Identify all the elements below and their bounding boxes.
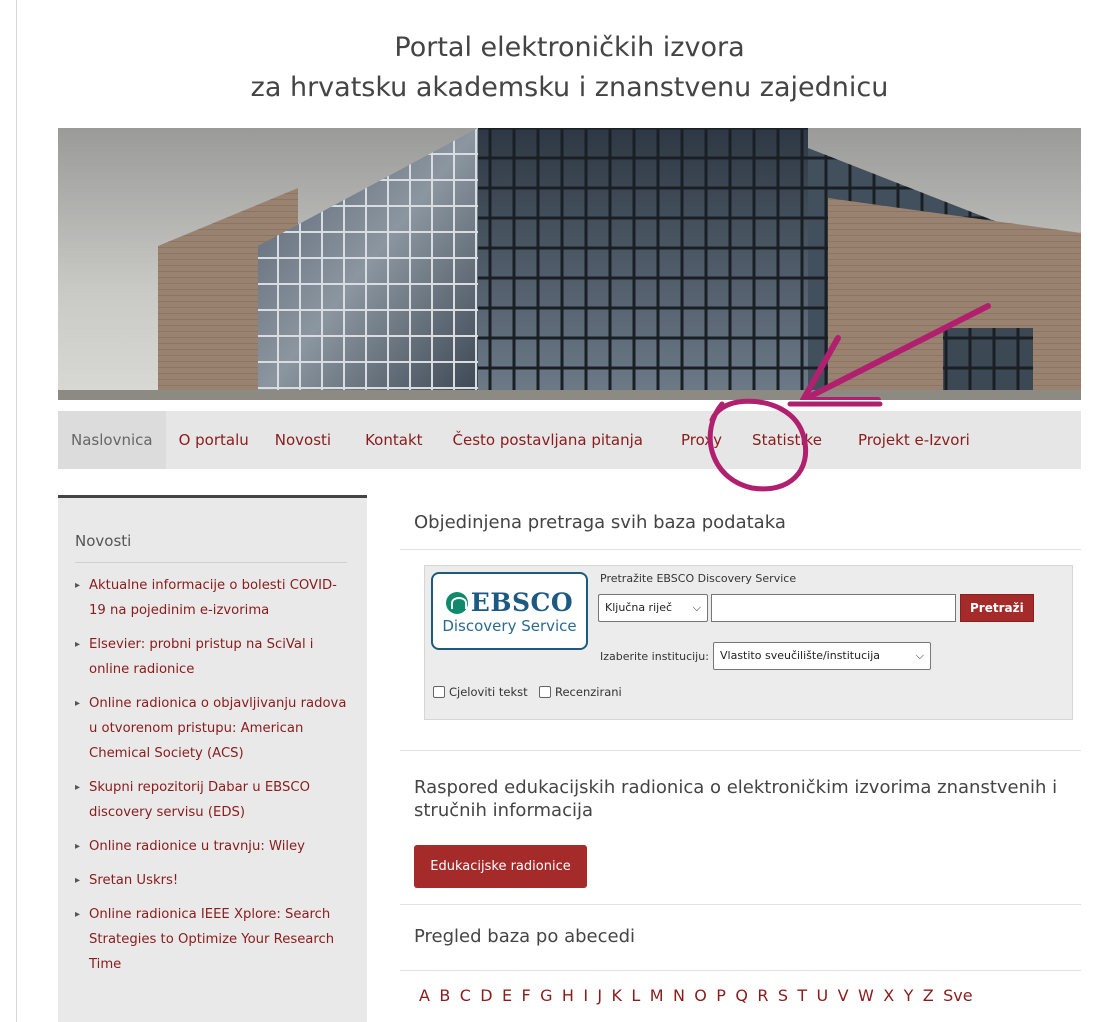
letter-link-x[interactable]: X <box>883 986 894 1005</box>
site-title-line-2: za hrvatsku akademsku i znanstvenu zajed… <box>250 72 889 103</box>
sidebar-heading: Novosti <box>75 532 347 563</box>
chevron-down-icon: ⌵ <box>915 649 924 662</box>
ebsco-logo-subtitle: Discovery Service <box>442 617 577 635</box>
letter-link-m[interactable]: M <box>650 986 664 1005</box>
news-list: Aktualne informacije o bolesti COVID-19 … <box>75 573 347 977</box>
letter-link-s[interactable]: S <box>778 986 788 1005</box>
letter-link-j[interactable]: J <box>597 986 602 1005</box>
chevron-down-icon: ⌵ <box>692 601 701 614</box>
letter-link-o[interactable]: O <box>694 986 707 1005</box>
nav-item-novosti[interactable]: Novosti <box>262 411 344 469</box>
news-item[interactable]: Online radionica o objavljivanju radova … <box>75 691 347 766</box>
letter-link-sve[interactable]: Sve <box>943 986 972 1005</box>
letter-link-y[interactable]: Y <box>904 986 914 1005</box>
letter-link-g[interactable]: G <box>540 986 552 1005</box>
news-item[interactable]: Online radionica IEEE Xplore: Search Str… <box>75 902 347 977</box>
fulltext-checkbox[interactable]: Cjeloviti tekst <box>433 685 528 699</box>
nav-item-projekt-e-izvori[interactable]: Projekt e-Izvori <box>845 411 983 469</box>
nav-item-statistike[interactable]: Statistike <box>739 411 835 469</box>
letter-link-e[interactable]: E <box>502 986 512 1005</box>
letter-link-l[interactable]: L <box>631 986 640 1005</box>
letter-link-b[interactable]: B <box>439 986 450 1005</box>
search-button[interactable]: Pretraži <box>960 594 1034 622</box>
letter-link-u[interactable]: U <box>817 986 829 1005</box>
fulltext-label: Cjeloviti tekst <box>449 685 528 699</box>
divider <box>400 549 1081 550</box>
letter-link-t[interactable]: T <box>797 986 807 1005</box>
divider <box>400 904 1081 905</box>
ebsco-brand: EBSCO <box>470 588 574 617</box>
main-content: Objedinjena pretraga svih baza podataka <box>400 500 1081 550</box>
ebsco-leaf-icon <box>445 592 468 614</box>
institution-label: Izaberite instituciju: <box>600 650 709 663</box>
news-item[interactable]: Aktualne informacije o bolesti COVID-19 … <box>75 573 347 623</box>
checkbox-icon <box>539 686 551 698</box>
workshops-section-title: Raspored edukacijskih radionica o elektr… <box>414 777 1058 821</box>
institution-select[interactable]: Vlastito sveučilište/institucija ⌵ <box>713 642 931 670</box>
letter-link-k[interactable]: K <box>612 986 623 1005</box>
site-title-line-1: Portal elektroničkih izvora <box>394 32 745 63</box>
checkbox-icon <box>433 686 445 698</box>
nav-item-naslovnica[interactable]: Naslovnica <box>58 411 166 469</box>
divider <box>400 750 1081 751</box>
divider <box>400 970 1081 971</box>
page-left-border <box>16 0 17 1022</box>
letter-link-d[interactable]: D <box>480 986 492 1005</box>
letter-link-n[interactable]: N <box>673 986 685 1005</box>
letter-link-c[interactable]: C <box>460 986 471 1005</box>
main-nav: Naslovnica O portalu Novosti Kontakt Čes… <box>58 411 1081 469</box>
ebsco-logo: EBSCO Discovery Service <box>431 572 588 650</box>
alphabet-index: A B C D E F G H I J K L M N O P Q R S T … <box>419 986 982 1005</box>
nav-item-cesto-postavljana-pitanja[interactable]: Često postavljana pitanja <box>440 411 656 469</box>
search-label: Pretražite EBSCO Discovery Service <box>600 572 797 585</box>
letter-link-r[interactable]: R <box>757 986 768 1005</box>
nav-item-o-portalu[interactable]: O portalu <box>166 411 262 469</box>
letter-link-a[interactable]: A <box>419 986 430 1005</box>
news-item[interactable]: Skupni repozitorij Dabar u EBSCO discove… <box>75 775 347 825</box>
hero-banner-image <box>58 128 1081 400</box>
news-item[interactable]: Online radionice u travnju: Wiley <box>75 834 347 859</box>
peer-reviewed-label: Recenzirani <box>555 685 622 699</box>
peer-reviewed-checkbox[interactable]: Recenzirani <box>539 685 622 699</box>
letter-link-h[interactable]: H <box>562 986 574 1005</box>
news-item[interactable]: Elsevier: probni pristup na SciVal i onl… <box>75 632 347 682</box>
search-input[interactable] <box>711 594 956 622</box>
letter-link-w[interactable]: W <box>858 986 874 1005</box>
letter-link-q[interactable]: Q <box>735 986 748 1005</box>
search-section-title: Objedinjena pretraga svih baza podataka <box>414 512 786 533</box>
alphabet-section-title: Pregled baza po abecedi <box>414 926 636 947</box>
field-select-value: Ključna riječ <box>605 601 673 614</box>
letter-link-i[interactable]: I <box>583 986 588 1005</box>
site-title: Portal elektroničkih izvora za hrvatsku … <box>58 28 1081 108</box>
institution-select-value: Vlastito sveučilište/institucija <box>720 649 880 662</box>
field-select[interactable]: Ključna riječ ⌵ <box>598 594 708 622</box>
ebsco-search-box: EBSCO Discovery Service Pretražite EBSCO… <box>424 565 1073 720</box>
letter-link-p[interactable]: P <box>716 986 726 1005</box>
nav-item-kontakt[interactable]: Kontakt <box>352 411 435 469</box>
news-sidebar: Novosti Aktualne informacije o bolesti C… <box>58 495 367 1022</box>
workshops-button[interactable]: Edukacijske radionice <box>414 845 587 888</box>
letter-link-f[interactable]: F <box>522 986 531 1005</box>
letter-link-z[interactable]: Z <box>923 986 934 1005</box>
news-item[interactable]: Sretan Uskrs! <box>75 868 347 893</box>
nav-item-proxy[interactable]: Proxy <box>668 411 735 469</box>
letter-link-v[interactable]: V <box>838 986 849 1005</box>
